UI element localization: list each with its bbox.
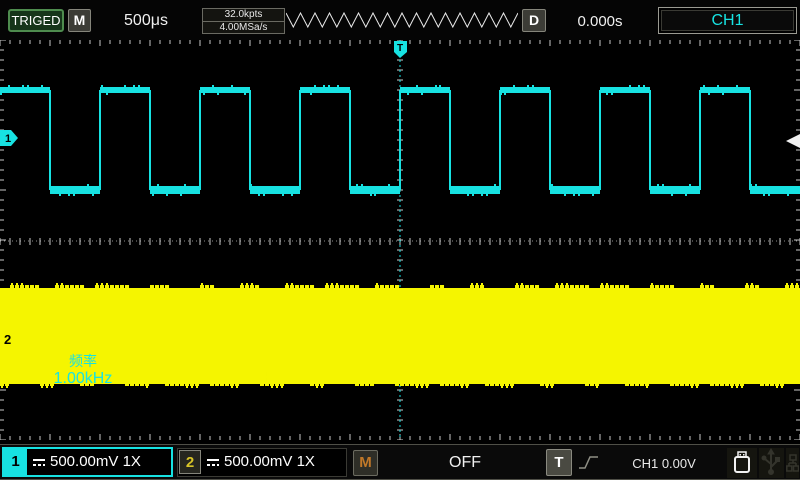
- measurement-value: 1.00kHz: [8, 370, 158, 388]
- memory-depth: 32.0kpts: [203, 9, 284, 22]
- measurement-ch1-frequency: 频率 1.00kHz: [8, 352, 158, 388]
- sample-rate: 4.00MSa/s: [203, 22, 284, 34]
- menu-button[interactable]: M: [68, 9, 91, 32]
- dc-coupling-icon: [206, 457, 220, 468]
- waveform-preview-strip: [286, 10, 518, 30]
- channel2-scale: 500.00mV: [224, 453, 292, 470]
- channel1-readout: 500.00mV 1X: [32, 449, 141, 475]
- svg-text:1: 1: [5, 133, 11, 145]
- delay-button[interactable]: D: [522, 9, 546, 32]
- oscilloscope-screen: TRIGED M 500μs 32.0kpts 4.00MSa/s D 0.00…: [0, 0, 800, 480]
- math-status: OFF: [385, 454, 545, 472]
- bottom-status-bar: 1 500.00mV 1X 2 500.00mV: [0, 444, 800, 480]
- top-status-bar: TRIGED M 500μs 32.0kpts 4.00MSa/s D 0.00…: [0, 0, 800, 40]
- channel2-settings[interactable]: 2 500.00mV 1X: [177, 448, 347, 477]
- trigger-badge[interactable]: T: [546, 449, 572, 476]
- usb-drive-icon: [727, 448, 757, 478]
- channel1-probe: 1X: [123, 453, 141, 470]
- rising-edge-icon: [578, 454, 600, 472]
- measurement-ch2-frequency: 频率 1.00MHz: [170, 352, 320, 388]
- measurement-label: 频率: [8, 352, 158, 370]
- timebase-readout: 500μs: [98, 12, 194, 30]
- channel1-scale: 500.00mV: [50, 453, 118, 470]
- math-badge[interactable]: M: [353, 450, 378, 476]
- trigger-position-readout: 0.000s: [552, 13, 648, 30]
- acquisition-info-box: 32.0kpts 4.00MSa/s: [202, 8, 285, 34]
- channel1-settings[interactable]: 1 500.00mV 1X: [2, 447, 173, 477]
- usb-symbol-icon: [759, 448, 784, 478]
- trigger-status-badge: TRIGED: [8, 9, 64, 32]
- lan-icon: [786, 448, 799, 478]
- channel2-probe: 1X: [297, 453, 315, 470]
- channel2-badge[interactable]: 2: [179, 450, 201, 474]
- svg-text:2: 2: [4, 332, 11, 347]
- channel1-badge[interactable]: 1: [4, 449, 27, 475]
- channel2-readout: 500.00mV 1X: [206, 449, 315, 475]
- trigger-source-level: CH1 0.00V: [604, 456, 724, 471]
- measurement-value: 1.00MHz: [170, 370, 320, 388]
- active-channel-box[interactable]: CH1: [658, 7, 797, 34]
- svg-text:T: T: [397, 43, 403, 54]
- dc-coupling-icon: [32, 457, 46, 468]
- measurement-label: 频率: [170, 352, 320, 370]
